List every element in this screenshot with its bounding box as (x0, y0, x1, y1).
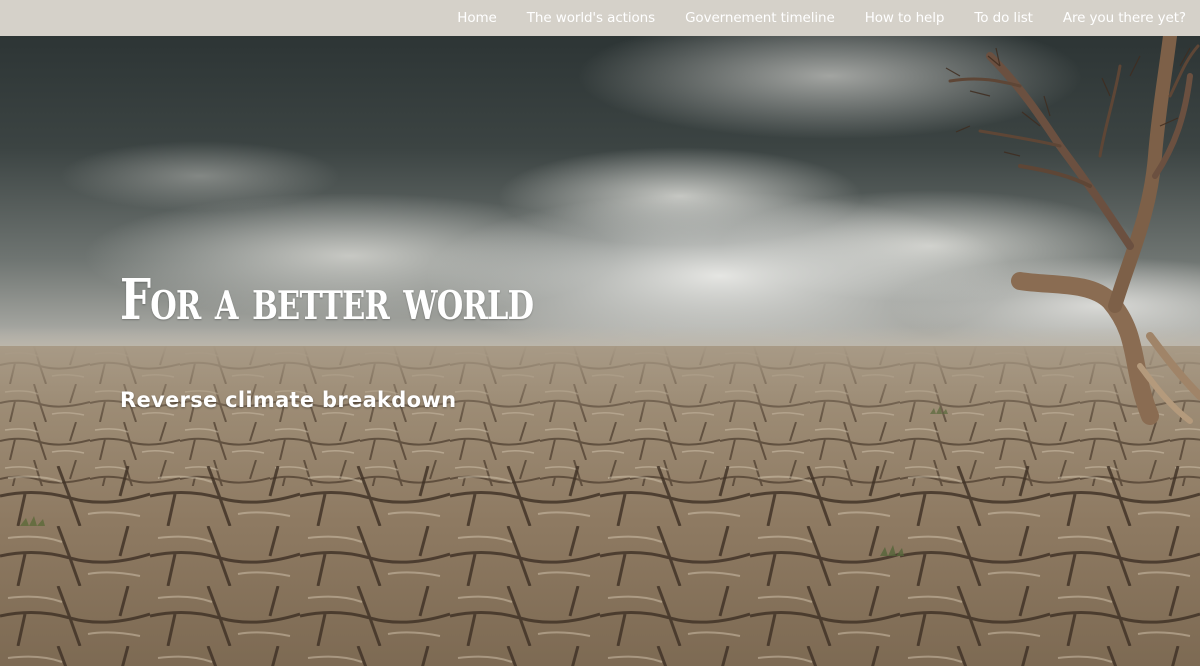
dead-tree-image (945, 36, 1200, 425)
nav-item-are-you-there-yet[interactable]: Are you there yet? (1048, 0, 1200, 36)
nav-list: Home The world's actions Governement tim… (442, 0, 1200, 36)
hero-title: For a better world (120, 267, 534, 333)
nav-item-worlds-actions[interactable]: The world's actions (512, 0, 670, 36)
top-navbar: Home The world's actions Governement tim… (0, 0, 1200, 36)
nav-item-to-do-list[interactable]: To do list (959, 0, 1047, 36)
nav-item-how-to-help[interactable]: How to help (850, 0, 960, 36)
hero-section: For a better world Reverse climate break… (0, 36, 1200, 666)
hero-subtitle: Reverse climate breakdown (120, 388, 457, 412)
page: Home The world's actions Governement tim… (0, 0, 1200, 666)
nav-item-home[interactable]: Home (442, 0, 511, 36)
nav-item-government-timeline[interactable]: Governement timeline (670, 0, 850, 36)
